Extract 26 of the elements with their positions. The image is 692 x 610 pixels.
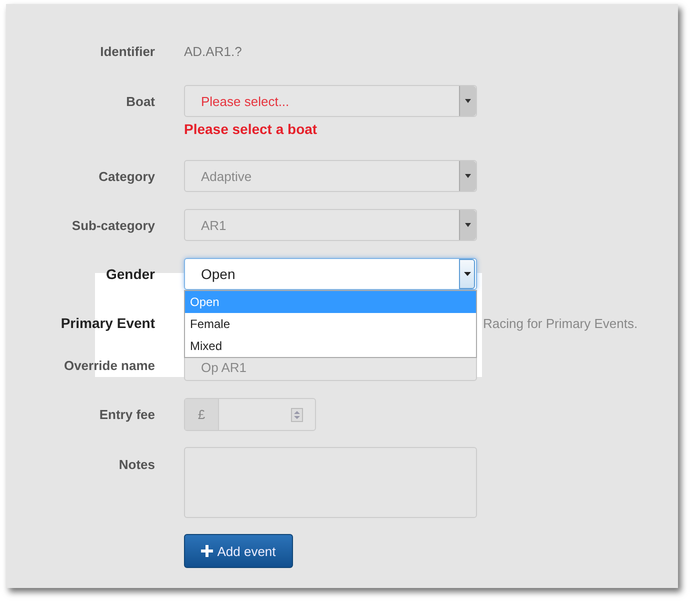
plus-icon [201, 545, 214, 557]
boat-placeholder: Please select... [200, 94, 290, 108]
add-event-button[interactable]: Add event [184, 534, 293, 568]
sub-category-select[interactable]: AR1 [184, 209, 477, 241]
notes-label: Notes [118, 456, 155, 472]
boat-select[interactable]: Please select... [184, 85, 477, 117]
gender-label: Gender [104, 266, 155, 282]
boat-error: Please select a boat [184, 121, 318, 137]
caret-icon [459, 259, 475, 289]
notes-field[interactable] [184, 447, 477, 518]
dropdown-option[interactable]: Open [185, 291, 476, 313]
gender-select[interactable]: Open [184, 258, 477, 290]
category-select[interactable]: Adaptive [184, 160, 477, 192]
entry-fee-label: Entry fee [98, 407, 155, 422]
boat-label: Boat [125, 94, 155, 108]
caret-icon [459, 210, 476, 240]
dropdown-option[interactable]: Female [185, 313, 476, 335]
identifier-label: Identifier [99, 44, 155, 59]
sub-category-label: Sub-category [70, 218, 155, 232]
caret-icon [459, 86, 476, 116]
caret-icon [459, 161, 476, 191]
primary-event-label: Primary Event [60, 315, 155, 331]
override-name-label: Override name [62, 358, 155, 372]
help-text: Racing for Primary Events. [483, 316, 638, 330]
identifier-value: AD.AR1.? [184, 44, 242, 59]
category-label: Category [98, 168, 155, 184]
